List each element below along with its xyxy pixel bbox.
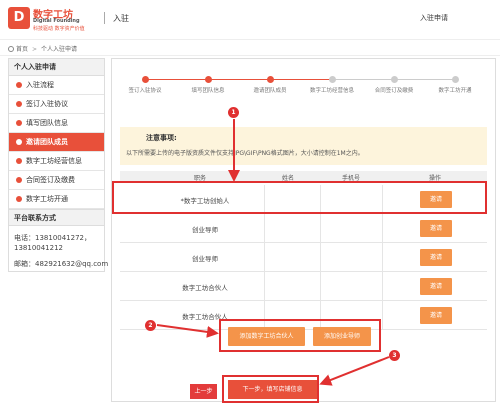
sidebar-item-label: 填写团队信息 xyxy=(26,119,68,127)
column-divider xyxy=(320,214,321,243)
column-divider xyxy=(382,243,383,272)
sidebar-item-process[interactable]: 入驻流程 xyxy=(9,76,104,95)
invite-button[interactable]: 邀请 xyxy=(420,220,452,237)
callout-frame-add-buttons xyxy=(219,319,381,352)
sidebar-item-label: 数字工坊开通 xyxy=(26,195,68,203)
sidebar-heading: 个人入驻申请 xyxy=(9,59,104,76)
step-label: 邀请团队成员 xyxy=(253,88,287,94)
notice-text: 以下所需要上传的电子版资质文件仅支持JPG\GIF\PNG格式图片，大小请控制在… xyxy=(126,150,364,157)
step-label: 数字工坊经营信息 xyxy=(309,88,354,94)
sidebar-item-label: 数字工坊经营信息 xyxy=(26,157,82,165)
brand-english-name: Digital Founding xyxy=(33,18,80,24)
callout-frame-next-button xyxy=(222,375,319,403)
brand-slogan: 科技驱动 数字资产价值 xyxy=(33,26,85,32)
table-row: 创业导师 邀请 xyxy=(120,243,487,272)
step-dot xyxy=(266,76,274,83)
page-heading: 入驻 xyxy=(113,14,129,23)
column-divider xyxy=(382,301,383,330)
step-label: 填写团队信息 xyxy=(191,88,225,94)
step-dot xyxy=(141,76,149,83)
role-cell: 创业导师 xyxy=(192,255,218,263)
sidebar-item-label: 合同签订及缴费 xyxy=(26,176,75,184)
previous-step-button[interactable]: 上一步 xyxy=(190,384,217,399)
invite-button[interactable]: 邀请 xyxy=(420,278,452,295)
contact-email: 邮箱：482921632@qq.com xyxy=(14,260,109,268)
role-cell: 数字工坊合伙人 xyxy=(182,284,228,292)
sidebar-item-agreement[interactable]: 签订入驻协议 xyxy=(9,95,104,114)
invite-button[interactable]: 邀请 xyxy=(420,249,452,266)
step-dot xyxy=(390,76,398,83)
callout-badge-2: 2 xyxy=(145,320,156,331)
column-divider xyxy=(264,272,265,301)
notice-title: 注意事项: xyxy=(146,134,177,142)
breadcrumb-divider xyxy=(0,55,500,56)
bullet-icon xyxy=(16,139,22,145)
callout-frame-founder-row xyxy=(112,181,487,214)
header-divider xyxy=(104,12,105,24)
sidebar-item-team-info[interactable]: 填写团队信息 xyxy=(9,114,104,133)
sidebar-item-label: 邀请团队成员 xyxy=(26,138,68,146)
sidebar-item-contract[interactable]: 合同签订及缴费 xyxy=(9,171,104,190)
table-row: 数字工坊合伙人 邀请 xyxy=(120,272,487,301)
step-1: 签订入驻协议 xyxy=(115,76,175,94)
bullet-icon xyxy=(16,82,22,88)
sidebar-item-invite-members[interactable]: 邀请团队成员 xyxy=(9,133,104,152)
top-bar: D 数字工坊 Digital Founding 科技驱动 数字资产价值 入驻 入… xyxy=(0,0,500,40)
column-divider xyxy=(320,243,321,272)
bullet-icon xyxy=(16,120,22,126)
apply-link[interactable]: 入驻申请 xyxy=(420,13,448,23)
invite-button[interactable]: 邀请 xyxy=(420,307,452,324)
column-divider xyxy=(264,243,265,272)
step-label: 数字工坊开通 xyxy=(438,88,472,94)
breadcrumb-current: 个人入驻申请 xyxy=(41,46,78,53)
step-label: 签订入驻协议 xyxy=(128,88,162,94)
column-divider xyxy=(382,272,383,301)
role-cell: 创业导师 xyxy=(192,226,218,234)
callout-badge-1: 1 xyxy=(228,107,239,118)
home-icon[interactable] xyxy=(8,46,14,52)
contact-heading: 平台联系方式 xyxy=(9,209,104,226)
contact-phone: 电话：13810041272， xyxy=(14,234,91,242)
step-dot xyxy=(451,76,459,83)
bullet-icon xyxy=(16,158,22,164)
column-divider xyxy=(320,272,321,301)
step-5: 合同签订及缴费 xyxy=(364,76,424,94)
table-row: 创业导师 邀请 xyxy=(120,214,487,243)
step-3: 邀请团队成员 xyxy=(240,76,300,94)
callout-badge-3: 3 xyxy=(389,350,400,361)
bullet-icon xyxy=(16,177,22,183)
sidebar-item-label: 签订入驻协议 xyxy=(26,100,68,108)
bullet-icon xyxy=(16,196,22,202)
column-divider xyxy=(382,214,383,243)
step-label: 合同签订及缴费 xyxy=(374,88,414,94)
bullet-icon xyxy=(16,101,22,107)
sidebar-item-label: 入驻流程 xyxy=(26,81,54,89)
sidebar: 个人入驻申请 入驻流程 签订入驻协议 填写团队信息 邀请团队成员 数字工坊经营信… xyxy=(8,58,109,272)
step-2: 填写团队信息 xyxy=(178,76,238,94)
step-dot xyxy=(204,76,212,83)
step-6: 数字工坊开通 xyxy=(425,76,485,94)
contact-phone-2: 13810041212 xyxy=(14,244,63,252)
column-divider xyxy=(264,214,265,243)
sidebar-item-activation[interactable]: 数字工坊开通 xyxy=(9,190,104,209)
breadcrumb: 首页 > 个人入驻申请 xyxy=(8,44,77,53)
breadcrumb-separator: > xyxy=(32,46,38,53)
breadcrumb-home[interactable]: 首页 xyxy=(16,46,28,53)
brand-logo[interactable]: D xyxy=(8,7,30,29)
step-4: 数字工坊经营信息 xyxy=(302,76,362,94)
step-dot xyxy=(328,76,336,83)
sidebar-item-business-info[interactable]: 数字工坊经营信息 xyxy=(9,152,104,171)
notice-box: 注意事项: 以下所需要上传的电子版资质文件仅支持JPG\GIF\PNG格式图片，… xyxy=(120,127,487,165)
